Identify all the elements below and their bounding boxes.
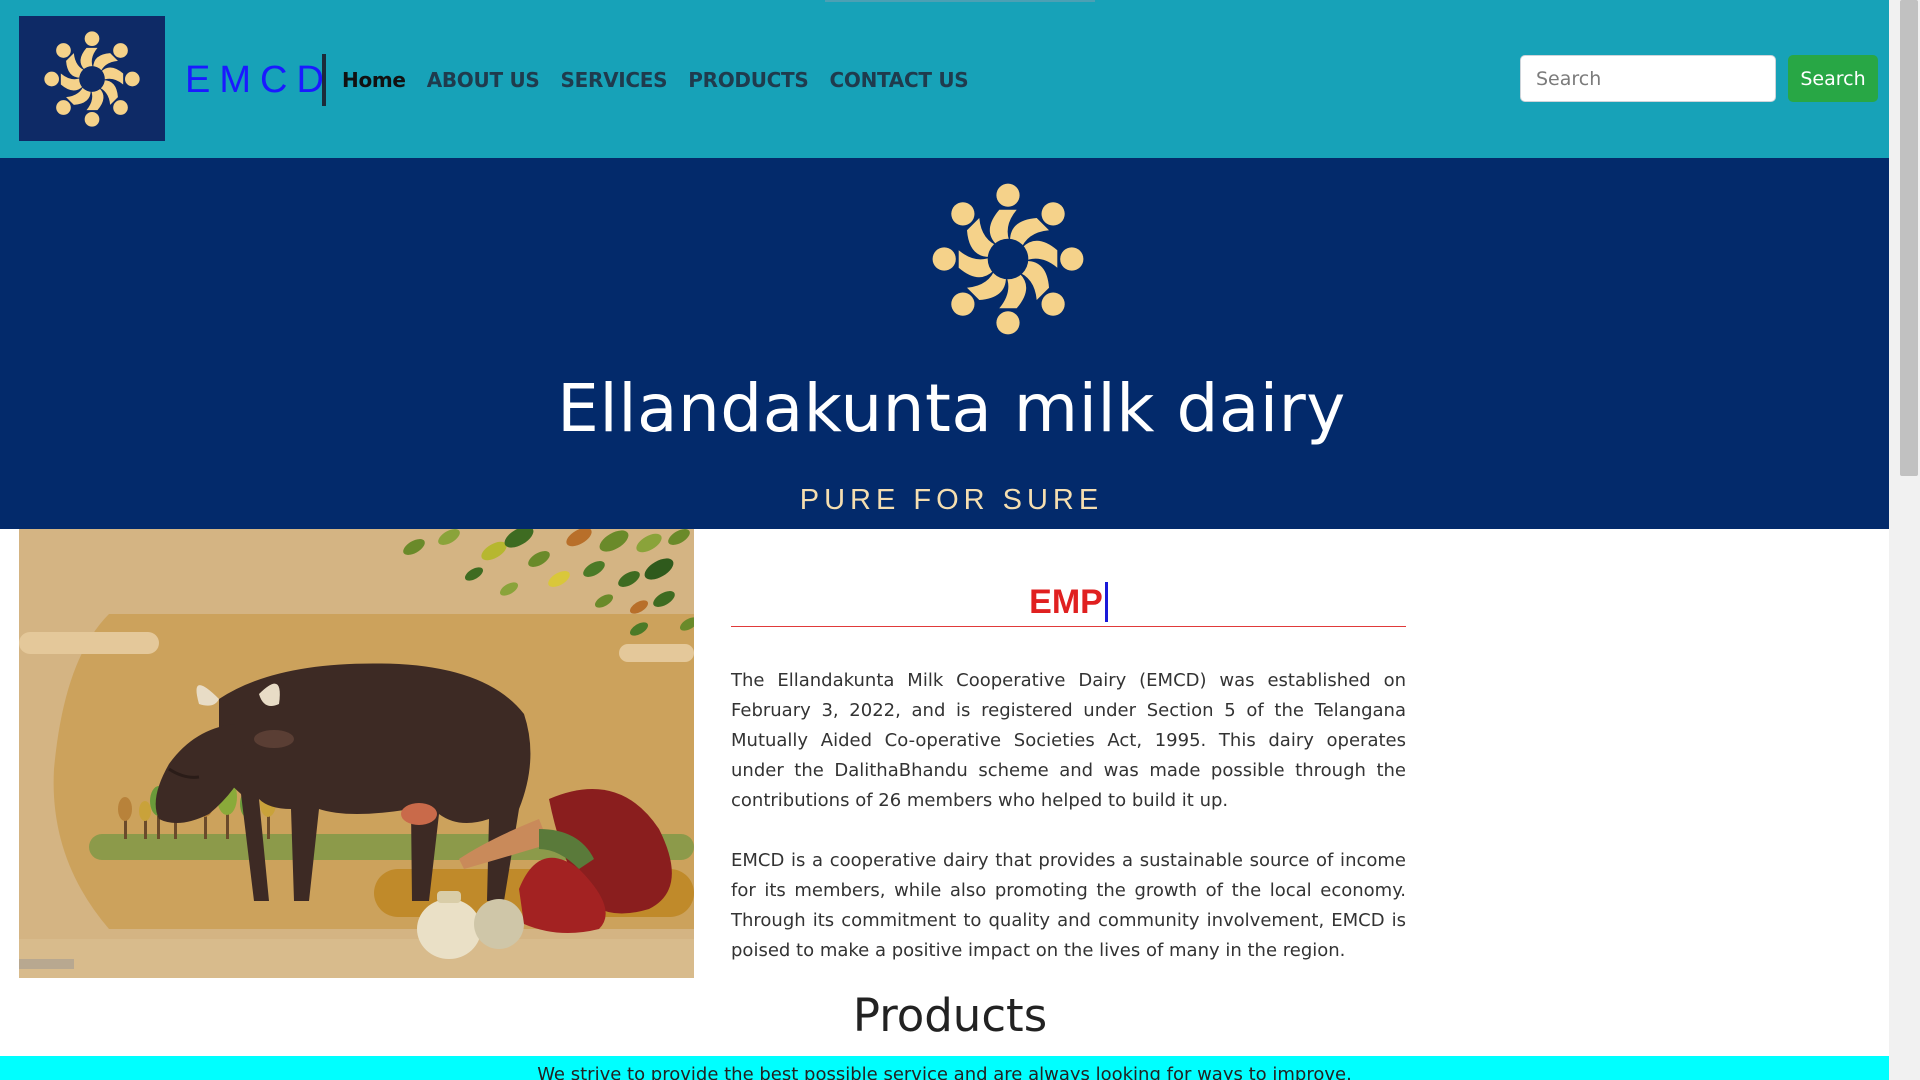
nav-link-about-us[interactable]: ABOUT US [427,64,540,96]
section-heading: EMP [1029,583,1103,621]
hero-banner: Ellandakunta milk dairy PURE FOR SURE [0,158,1889,529]
buffalo-milking-illustration [19,529,694,978]
nav-link-products[interactable]: PRODUCTS [688,64,809,96]
page-scrollbar[interactable] [1889,0,1920,1080]
section-heading-underlined: EMP [731,582,1406,627]
navbar-top-accent [825,0,1095,2]
nav-link-services[interactable]: SERVICES [561,64,668,96]
community-circle-logo-icon [44,30,140,127]
main-nav: Home ABOUT US SERVICES PRODUCTS CONTACT … [342,64,989,96]
text-cursor [1104,582,1108,622]
products-heading: Products [852,989,1048,1042]
search-button[interactable]: Search [1788,55,1878,102]
intro-paragraph: The Ellandakunta Milk Cooperative Dairy … [731,670,1406,811]
brand-name[interactable]: EMCD [185,56,333,104]
text-cursor [322,54,326,106]
navbar: EMCD Home ABOUT US SERVICES PRODUCTS CON… [0,0,1889,158]
community-circle-logo-icon [932,183,1084,335]
footer-marquee-strip: We strive to provide the best possible s… [0,1056,1889,1080]
mission-paragraph: EMCD is a cooperative dairy that provide… [731,850,1406,961]
nav-link-home[interactable]: Home [342,64,406,96]
nav-logo[interactable] [19,16,165,141]
footer-marquee-text: We strive to provide the best possible s… [537,1064,1352,1080]
hero-title: Ellandakunta milk dairy [557,370,1346,447]
scrollbar-thumb[interactable] [1900,0,1918,476]
hero-tagline: PURE FOR SURE [799,484,1104,516]
nav-link-contact-us[interactable]: CONTACT US [829,64,968,96]
search-input[interactable] [1520,55,1776,102]
